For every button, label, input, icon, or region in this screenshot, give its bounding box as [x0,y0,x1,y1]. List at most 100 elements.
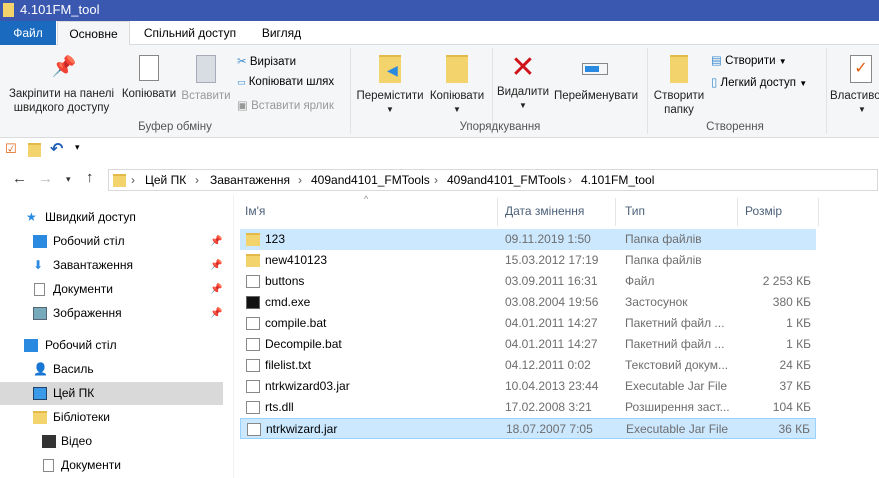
column-header-type[interactable]: Тип [625,204,645,218]
nav-user[interactable]: 👤 Василь [0,358,223,381]
file-row[interactable]: filelist.txt 04.12.2011 0:02 Текстовий д… [240,355,816,376]
back-icon[interactable]: ← [12,170,27,187]
cut-label: Вирізати [249,56,296,68]
nav-documents[interactable]: Документи 📌 [0,278,223,301]
forward-icon[interactable]: → [38,170,53,187]
file-row[interactable]: ntrkwizard03.jar 10.04.2013 23:44 Execut… [240,376,816,397]
paste-button[interactable]: Вставити [180,55,232,103]
nav-label: Бібліотеки [53,410,110,424]
new-item-button[interactable]: ▤ Створити ▼ [711,53,787,67]
file-row[interactable]: cmd.exe 03.08.2004 19:56 Застосунок 380 … [240,292,816,313]
file-date: 03.09.2011 16:31 [505,274,598,288]
nav-label: Відео [61,434,93,448]
file-row[interactable]: compile.bat 04.01.2011 14:27 Пакетний фа… [240,313,816,334]
column-header-date[interactable]: Дата змінення [505,204,584,218]
delete-button[interactable]: ✕ Видалити ▼ [496,51,550,113]
organize-group-label: Упорядкування [459,121,541,133]
rename-label: Перейменувати [553,90,639,102]
file-row[interactable]: rts.dll 17.02.2008 3:21 Розширення заст.… [240,397,816,418]
nav-label: Робочий стіл [45,338,117,352]
new-folder-icon [670,55,688,83]
column-header-size[interactable]: Розмір [745,204,782,218]
cut-button[interactable]: ✂ Вирізати [237,54,296,68]
nav-label: Робочий стіл [53,234,125,248]
column-divider[interactable] [737,198,738,226]
breadcrumb-this-pc[interactable]: Цей ПК [145,173,186,187]
file-size: 37 КБ [779,379,811,393]
tab-share[interactable]: Спільний доступ [135,21,245,45]
nav-videos[interactable]: Відео [0,430,223,453]
nav-libraries[interactable]: Бібліотеки [0,406,223,429]
copy-icon [139,55,159,81]
file-row[interactable]: new410123 15.03.2012 17:19 Папка файлів [240,250,816,271]
tab-file[interactable]: Файл [0,21,56,45]
file-row[interactable]: Decompile.bat 04.01.2011 14:27 Пакетний … [240,334,816,355]
new-folder-button[interactable]: Створити папку [650,55,708,117]
recent-locations-icon[interactable]: ▾ [66,174,71,185]
nav-this-pc[interactable]: Цей ПК [0,382,223,405]
pin-icon[interactable]: 📌 [210,254,222,277]
nav-desktop[interactable]: Робочий стіл 📌 [0,230,223,253]
file-name: rts.dll [265,400,294,414]
customize-qat-icon[interactable]: ▾ [75,142,80,153]
file-date: 18.07.2007 7:05 [506,422,593,436]
file-size: 2 253 КБ [762,274,811,288]
column-divider[interactable] [615,198,616,226]
move-folder-icon: ◀ [379,55,401,83]
file-row[interactable]: 123 09.11.2019 1:50 Папка файлів [240,229,816,250]
file-type: Застосунок [625,295,688,309]
copy-path-button[interactable]: ▭ Копіювати шлях [237,76,334,88]
nav-downloads[interactable]: ⬇ Завантаження 📌 [0,254,223,277]
nav-pictures[interactable]: Зображення 📌 [0,302,223,325]
nav-label: Завантаження [53,258,133,272]
nav-label: Цей ПК [53,386,95,400]
address-bar[interactable]: › Цей ПК › Завантаження › 409and4101_FMT… [108,169,878,191]
file-type: Папка файлів [625,232,702,246]
tab-view[interactable]: Вигляд [250,21,313,45]
breadcrumb-current[interactable]: 4.101FM_tool [581,173,654,187]
breadcrumb-fmtools-2[interactable]: 409and4101_FMTools [447,173,566,187]
easy-access-button[interactable]: ▯ Легкий доступ ▼ [711,75,807,89]
file-type: Розширення заст... [625,400,730,414]
column-divider[interactable] [497,198,498,226]
nav-desktop-root[interactable]: Робочий стіл [0,334,223,357]
nav-lib-documents[interactable]: Документи [0,454,223,477]
breadcrumb-fmtools[interactable]: 409and4101_FMTools [311,173,430,187]
file-size: 36 КБ [778,422,810,436]
user-icon: 👤 [33,362,48,376]
new-folder-label-2: папку [664,104,694,116]
new-folder-qat-icon[interactable] [28,143,41,157]
copy-button[interactable]: Копіювати [120,55,178,101]
pin-icon[interactable]: 📌 [210,230,222,253]
properties-button[interactable]: ✓ Властивості▼ [830,55,879,117]
jar-file-icon [247,423,261,436]
pin-quick-access-button[interactable]: 📌 Закріпити на панелі швидкого доступу [4,57,119,115]
breadcrumb-downloads[interactable]: Завантаження [210,173,290,187]
file-name: ntrkwizard03.jar [265,379,350,393]
pane-splitter[interactable] [233,195,234,478]
title-bar: 4.101FM_tool [0,0,879,21]
column-divider[interactable] [818,198,819,226]
undo-icon[interactable]: ↶ [50,139,63,159]
copy-label: Копіювати [121,88,177,100]
quick-access-toolbar: ☑ ↶ ▾ [0,138,879,162]
file-name: cmd.exe [265,295,311,309]
paste-shortcut-button[interactable]: ▣ Вставити ярлик [237,98,334,112]
properties-qat-icon[interactable]: ☑ [5,141,17,157]
file-row[interactable]: buttons 03.09.2011 16:31 Файл 2 253 КБ [240,271,816,292]
folder-icon [246,254,260,267]
copy-to-button[interactable]: Копіювати ▼ [427,55,487,117]
pin-icon[interactable]: 📌 [210,302,222,325]
move-to-button[interactable]: ◀ Перемістити ▼ [355,55,425,117]
tab-home[interactable]: Основне [57,21,130,46]
nav-quick-access[interactable]: ★ Швидкий доступ [0,206,223,229]
divider [826,48,827,134]
pin-icon[interactable]: 📌 [210,278,222,301]
column-header-name[interactable]: Ім'я [245,204,265,218]
up-icon[interactable]: ↑ [86,169,94,186]
desktop-icon [24,339,38,352]
rename-button[interactable]: Перейменувати [552,55,640,103]
file-row[interactable]: ntrkwizard.jar 18.07.2007 7:05 Executabl… [240,418,816,439]
chevron-icon: › [131,173,135,187]
file-date: 10.04.2013 23:44 [505,379,599,393]
